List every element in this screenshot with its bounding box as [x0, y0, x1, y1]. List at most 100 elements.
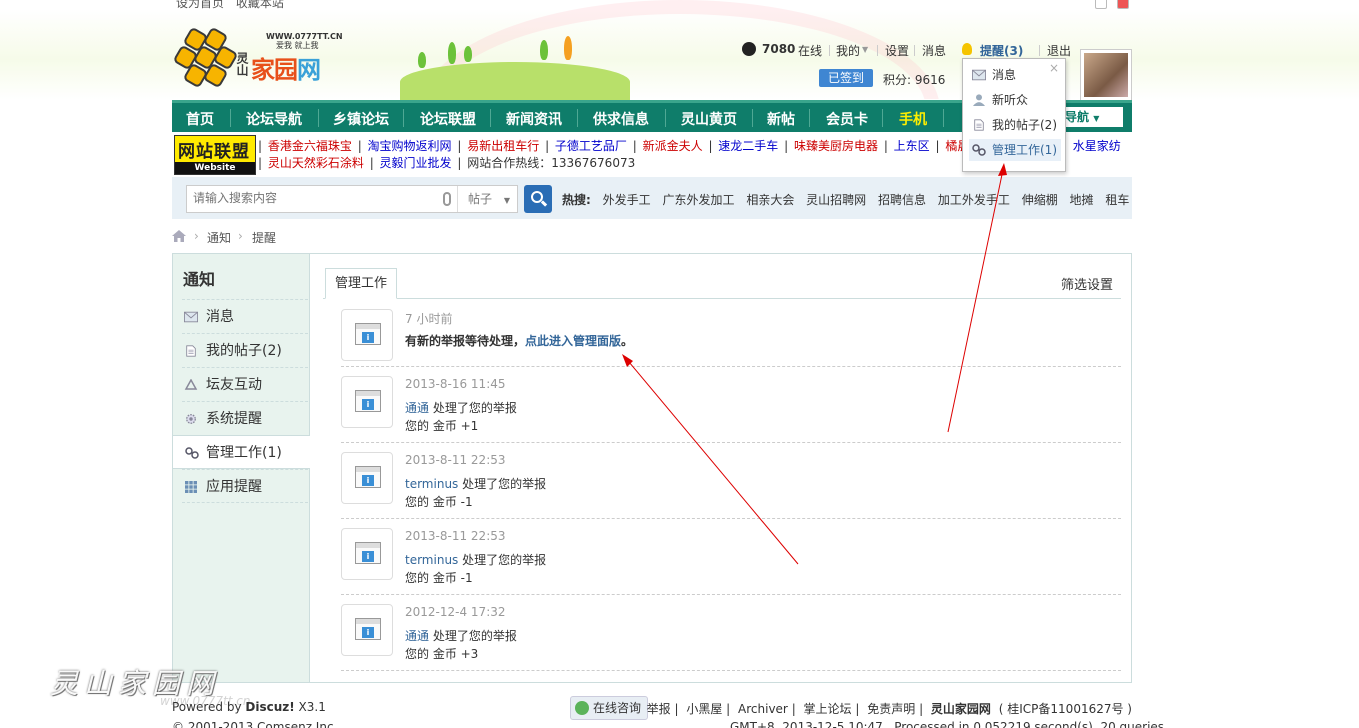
nav-item-new-posts[interactable]: 新帖	[767, 109, 795, 129]
site-logo[interactable]: WWW.0777TT.CN 爱我 就上我 灵山 家园网	[172, 26, 343, 90]
chevron-down-icon[interactable]: ▼	[862, 45, 868, 54]
popup-item-followers[interactable]: 新听众	[969, 89, 1061, 111]
search-type-select[interactable]: 帖子 ▼	[457, 186, 518, 212]
list-item: i 7 小时前 有新的举报等待处理，点此进入管理面版。	[341, 300, 1121, 367]
discuz-link[interactable]: Discuz!	[245, 700, 294, 714]
hot-search-item[interactable]: 租车	[1105, 193, 1129, 207]
sidebar-item-interaction[interactable]: 坛友互动	[182, 367, 308, 401]
logout-link[interactable]: 退出	[1047, 42, 1071, 59]
alliance-link[interactable]: 易新出租车行	[467, 139, 539, 153]
sidebar-item-system[interactable]: 系统提醒	[182, 401, 308, 435]
popup-item-label: 我的帖子(2)	[992, 118, 1057, 132]
reminder-link[interactable]: 提醒(3)	[980, 42, 1023, 59]
search-button[interactable]	[524, 185, 552, 213]
hot-search-item[interactable]: 伸缩棚	[1022, 193, 1058, 207]
sidebar-item-my-posts[interactable]: 我的帖子(2)	[182, 333, 308, 367]
notice-time: 7 小时前	[405, 312, 453, 326]
grid-icon	[185, 481, 197, 493]
lightbulb-icon	[962, 43, 972, 55]
nav-item-forum-nav[interactable]: 论坛导航	[246, 109, 302, 129]
messages-link[interactable]: 消息	[922, 42, 946, 59]
avatar[interactable]	[1080, 49, 1132, 101]
points-display[interactable]: 积分: 9616	[883, 71, 945, 88]
bookmark-link[interactable]: 收藏本站	[236, 0, 284, 10]
my-menu[interactable]: 我的	[836, 42, 860, 59]
settings-link[interactable]: 设置	[885, 42, 909, 59]
search-input[interactable]	[193, 191, 433, 205]
hot-search-item[interactable]: 灵山招聘网	[806, 193, 866, 207]
theme-icon[interactable]	[1117, 0, 1129, 9]
user-link[interactable]: 通通	[405, 401, 429, 415]
nav-item-news[interactable]: 新闻资讯	[506, 109, 562, 129]
microphone-icon[interactable]	[443, 192, 451, 206]
alliance-link[interactable]: 新派金夫人	[643, 139, 703, 153]
online-label[interactable]: 在线	[798, 42, 822, 59]
breadcrumb-item[interactable]: 提醒	[252, 229, 276, 246]
signed-in-button[interactable]: 已签到	[819, 69, 873, 87]
footer-link[interactable]: 举报	[647, 702, 671, 716]
hot-search-item[interactable]: 地摊	[1070, 193, 1094, 207]
user-link[interactable]: terminus	[405, 477, 458, 491]
nav-item-supply[interactable]: 供求信息	[593, 109, 649, 129]
popup-item-admin-work[interactable]: 管理工作(1)	[969, 139, 1061, 161]
breadcrumb-item[interactable]: 通知	[207, 229, 231, 246]
alliance-link[interactable]: 味臻美厨房电器	[794, 139, 878, 153]
notice-action: 处理了您的举报	[429, 401, 517, 415]
nav-item-member-card[interactable]: 会员卡	[826, 109, 868, 129]
alliance-link[interactable]: 上东区	[894, 139, 930, 153]
footer-link[interactable]: 小黑屋	[686, 702, 722, 716]
notice-detail: 您的 金币 +3	[405, 647, 479, 661]
footer-link[interactable]: 掌上论坛	[804, 702, 852, 716]
hot-search-item[interactable]: 招聘信息	[878, 193, 926, 207]
list-item: i 2012-12-4 17:32 通通 处理了您的举报 您的 金币 +3	[341, 595, 1121, 671]
footer-link[interactable]: 免责声明	[867, 702, 915, 716]
notice-icon: i	[341, 604, 393, 656]
hot-search-item[interactable]: 广东外发加工	[662, 193, 734, 207]
tab-admin-work[interactable]: 管理工作	[325, 268, 397, 299]
online-consult-button[interactable]: 在线咨询	[570, 696, 648, 720]
filter-settings-link[interactable]: 筛选设置	[1061, 274, 1113, 293]
popup-item-my-posts[interactable]: 我的帖子(2)	[969, 114, 1061, 136]
consult-label: 在线咨询	[593, 701, 642, 715]
alliance-link[interactable]: 水星家纺	[1073, 139, 1121, 153]
sidebar-item-admin-work[interactable]: 管理工作(1)	[173, 435, 310, 469]
alliance-logo: 网站联盟 Website alliance	[174, 135, 256, 185]
nav-item-forum-union[interactable]: 论坛联盟	[420, 109, 476, 129]
hot-search-item[interactable]: 相亲大会	[746, 193, 794, 207]
nav-dropdown[interactable]: 导航 ▼	[1060, 106, 1124, 128]
user-link[interactable]: terminus	[405, 553, 458, 567]
alliance-link[interactable]: 速龙二手车	[718, 139, 778, 153]
link-separator: |	[628, 139, 641, 153]
alliance-link: 网站合作热线：13367676073	[467, 156, 636, 170]
alliance-logo-subtitle: Website alliance	[175, 162, 255, 185]
nav-item-yellow-pages[interactable]: 灵山黄页	[681, 109, 737, 129]
alliance-link[interactable]: 子德工艺品厂	[555, 139, 627, 153]
expand-icon[interactable]	[1095, 0, 1107, 9]
alliance-link[interactable]: 香港金六福珠宝	[268, 139, 352, 153]
online-count[interactable]: 7080	[762, 42, 795, 56]
hot-search-item[interactable]: 加工外发手工	[938, 193, 1010, 207]
hot-search-item[interactable]: 外发手工	[603, 193, 651, 207]
alliance-link[interactable]: 灵毅门业批发	[380, 156, 452, 170]
nav-item-mobile[interactable]: 手机	[899, 109, 927, 129]
chat-icon	[575, 701, 589, 715]
home-icon[interactable]	[172, 230, 186, 242]
alliance-link[interactable]: 灵山天然彩石涂料	[268, 156, 364, 170]
notice-detail: 您的 金币 -1	[405, 495, 473, 509]
admin-panel-link[interactable]: 点此进入管理面版	[525, 334, 621, 348]
footer-link[interactable]: Archiver	[738, 702, 788, 716]
list-item: i 2013-8-11 22:53 terminus 处理了您的举报 您的 金币…	[341, 443, 1121, 519]
sidebar-item-app[interactable]: 应用提醒	[182, 469, 308, 503]
logo-name-a: 家园	[251, 55, 298, 84]
icp-link[interactable]: ( 桂ICP备11001627号 )	[999, 702, 1132, 716]
breadcrumb-separator: ›	[238, 229, 243, 243]
alliance-link[interactable]: 淘宝购物返利网	[368, 139, 452, 153]
sidebar-item-messages[interactable]: 消息	[182, 299, 308, 333]
hot-searches: 热搜: 外发手工 广东外发加工 相亲大会 灵山招聘网 招聘信息 加工外发手工 伸…	[562, 191, 1137, 208]
set-homepage-link[interactable]: 设为首页	[176, 0, 224, 10]
nav-item-home[interactable]: 首页	[186, 109, 214, 129]
site-name-link[interactable]: 灵山家园网	[931, 702, 991, 716]
popup-item-messages[interactable]: 消息	[969, 64, 1061, 86]
nav-item-town-forum[interactable]: 乡镇论坛	[333, 109, 389, 129]
user-link[interactable]: 通通	[405, 629, 429, 643]
